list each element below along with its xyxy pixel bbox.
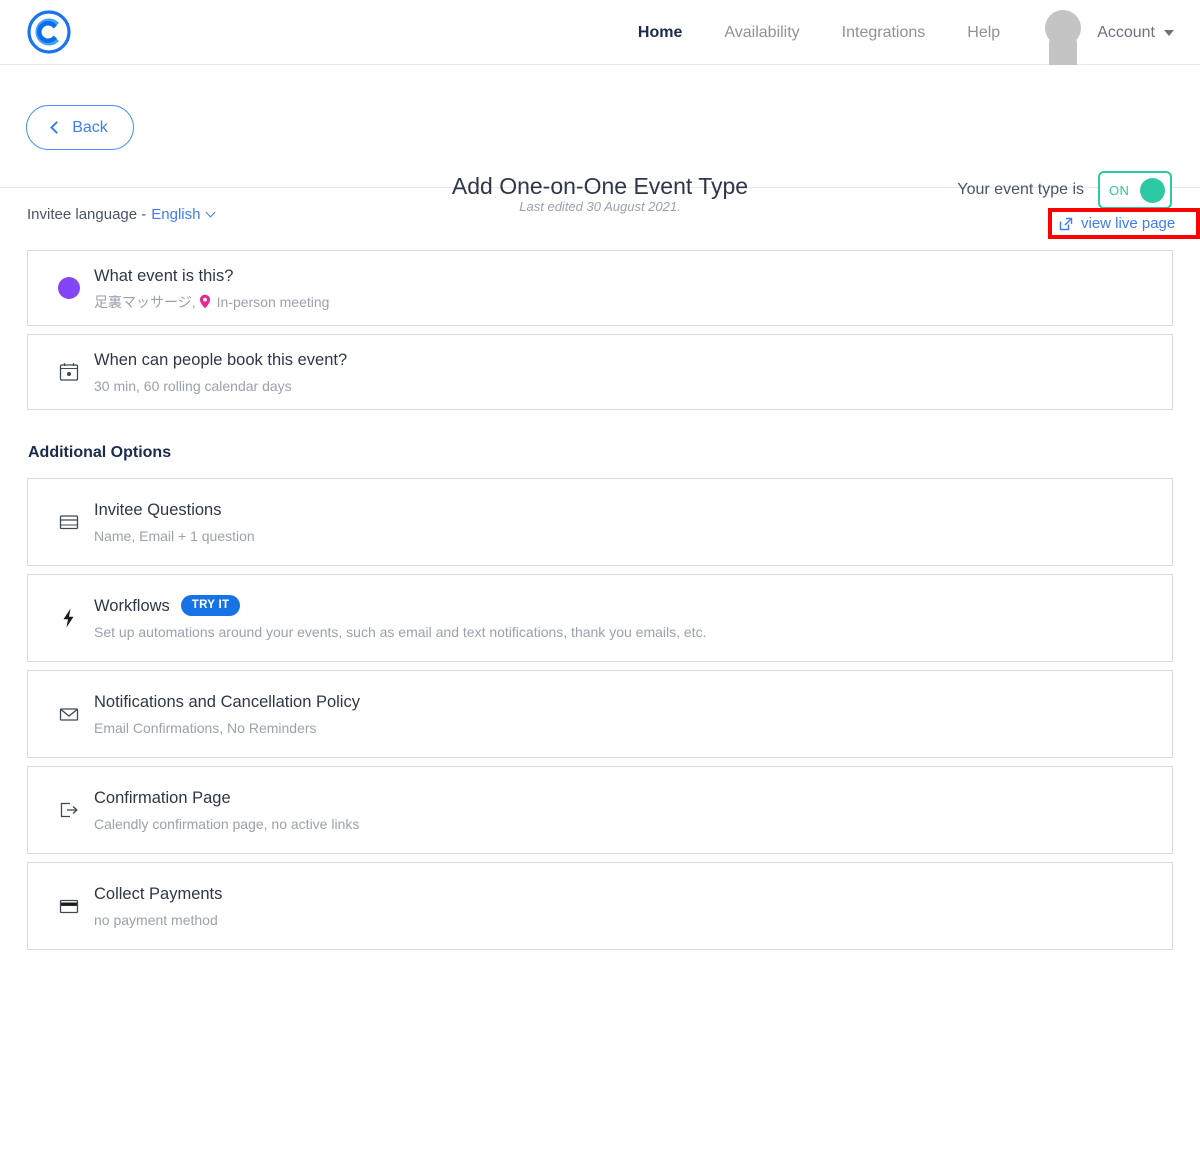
card-workflows[interactable]: Workflows TRY IT Set up automations arou… [27, 574, 1173, 662]
card-title: When can people book this event? [94, 350, 348, 369]
purple-circle-icon [54, 277, 84, 299]
card-subtitle-event-name: 足裏マッサージ, [94, 293, 196, 310]
avatar-body [1049, 30, 1078, 65]
card-body: When can people book this event? 30 min,… [94, 349, 347, 396]
card-title-text: Workflows [94, 596, 170, 615]
invitee-language-value: English [151, 206, 201, 223]
nav-link-home[interactable]: Home [638, 24, 682, 42]
page-subheader: Back Add One-on-One Event Type Your even… [0, 65, 1200, 209]
invitee-language-selector[interactable]: Invitee language - English [27, 206, 216, 223]
card-subtitle: Name, Email + 1 question [94, 527, 255, 544]
card-subtitle: Set up automations around your events, s… [94, 623, 707, 640]
card-body: Invitee Questions Name, Email + 1 questi… [94, 499, 255, 546]
card-title: Workflows TRY IT [94, 595, 706, 617]
card-subtitle: Email Confirmations, No Reminders [94, 719, 317, 736]
lightning-bolt-icon [54, 607, 84, 629]
meta-row: Invitee language - English Last edited 3… [0, 188, 1200, 250]
card-body: What event is this? 足裏マッサージ, In-person m… [94, 265, 329, 312]
nav-link-integrations[interactable]: Integrations [842, 24, 926, 42]
invitee-language-label: Invitee language - [27, 206, 147, 223]
credit-card-icon [54, 895, 84, 917]
card-subtitle: no payment method [94, 911, 218, 928]
card-body: Confirmation Page Calendly confirmation … [94, 787, 359, 834]
nav-link-help[interactable]: Help [967, 24, 1000, 42]
view-live-page-link[interactable]: view live page [1058, 215, 1196, 232]
nav-link-availability[interactable]: Availability [724, 24, 799, 42]
account-label: Account [1097, 23, 1155, 41]
back-button-label: Back [72, 118, 108, 136]
card-body: Collect Payments no payment method [94, 883, 222, 930]
view-live-page-highlight: view live page [1048, 208, 1200, 239]
last-edited-text: Last edited 30 August 2021. [519, 199, 681, 214]
exit-arrow-icon [54, 799, 84, 821]
chevron-down-icon [206, 207, 216, 218]
card-notifications-and-cancellation-policy[interactable]: Notifications and Cancellation Policy Em… [27, 670, 1173, 758]
card-title: Invitee Questions [94, 500, 222, 519]
card-title: Collect Payments [94, 884, 223, 903]
card-invitee-questions[interactable]: Invitee Questions Name, Email + 1 questi… [27, 478, 1173, 566]
external-link-icon [1058, 216, 1074, 232]
envelope-icon [54, 703, 84, 725]
card-title: Confirmation Page [94, 788, 231, 807]
try-it-badge[interactable]: TRY IT [180, 595, 241, 616]
nav-links: Home Availability Integrations Help Acco… [617, 0, 1200, 65]
card-subtitle-location: In-person meeting [216, 293, 330, 310]
account-menu[interactable]: Account [1097, 24, 1174, 42]
chevron-left-icon [50, 121, 64, 134]
avatar[interactable] [1037, 0, 1089, 65]
top-navigation-bar: Home Availability Integrations Help Acco… [0, 0, 1200, 65]
card-title: Notifications and Cancellation Policy [94, 692, 360, 711]
card-subtitle: Calendly confirmation page, no active li… [94, 815, 360, 832]
card-body: Notifications and Cancellation Policy Em… [94, 691, 360, 738]
card-body: Workflows TRY IT Set up automations arou… [94, 595, 706, 642]
form-card-icon [54, 511, 84, 533]
card-collect-payments[interactable]: Collect Payments no payment method [27, 862, 1173, 950]
main-content: What event is this? 足裏マッサージ, In-person m… [0, 250, 1200, 950]
calendly-logo-icon[interactable] [26, 9, 72, 55]
back-button[interactable]: Back [26, 105, 134, 150]
additional-options-heading: Additional Options [28, 444, 172, 461]
card-subtitle: 30 min, 60 rolling calendar days [94, 377, 292, 394]
card-when-can-people-book[interactable]: When can people book this event? 30 min,… [27, 334, 1173, 410]
location-pin-icon [199, 294, 211, 309]
card-what-event-is-this[interactable]: What event is this? 足裏マッサージ, In-person m… [27, 250, 1173, 326]
card-confirmation-page[interactable]: Confirmation Page Calendly confirmation … [27, 766, 1173, 854]
card-title: What event is this? [94, 266, 234, 285]
card-subtitle: 足裏マッサージ, In-person meeting [94, 292, 329, 312]
view-live-page-label: view live page [1081, 215, 1176, 232]
caret-down-icon [1164, 29, 1174, 36]
calendar-icon [54, 361, 84, 383]
